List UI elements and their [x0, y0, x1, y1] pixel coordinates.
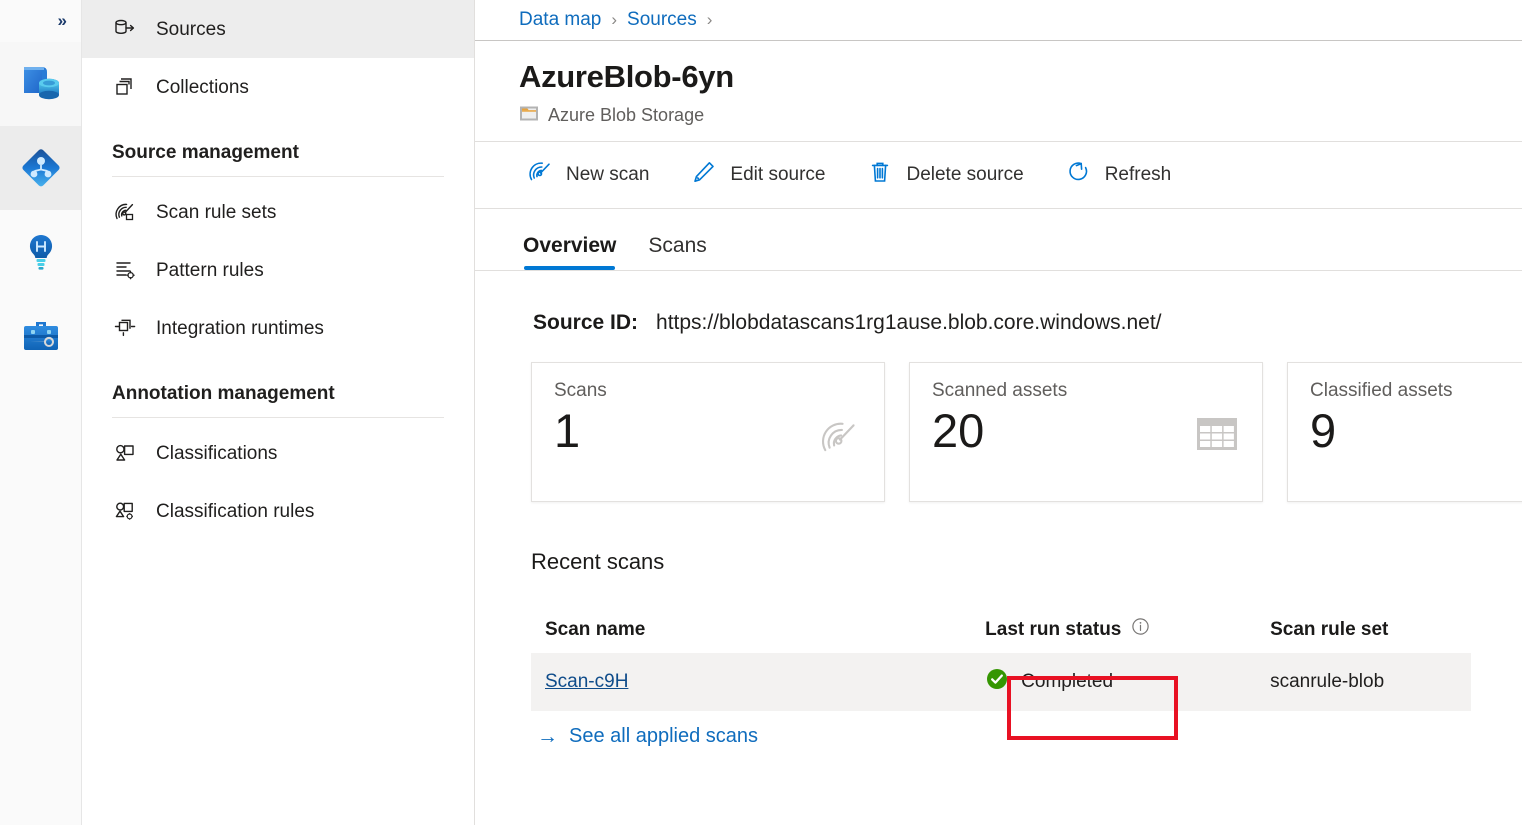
stat-card-label: Scanned assets: [932, 381, 1240, 400]
sidebar-item-label: Sources: [156, 20, 226, 39]
cell-scan-name: Scan-c9H: [531, 671, 985, 693]
lightbulb-insights-icon: [18, 229, 64, 275]
edit-source-label: Edit source: [730, 164, 825, 186]
stat-card-value: 20: [932, 406, 1240, 455]
tab-overview[interactable]: Overview: [523, 235, 616, 270]
trash-icon: [867, 159, 893, 191]
refresh-icon: [1066, 159, 1092, 191]
table-header-row: Scan name Last run status Scan rule set: [531, 607, 1471, 653]
scan-name-link[interactable]: Scan-c9H: [545, 671, 628, 693]
sidebar-item-label: Classification rules: [156, 502, 314, 521]
source-id-value: https://blobdatascans1rg1ause.blob.core.…: [656, 311, 1162, 335]
command-bar: New scan Edit source: [475, 142, 1522, 209]
main-content: Data map › Sources › AzureBlob-6yn Azure…: [475, 0, 1522, 825]
stat-card-label: Scans: [554, 381, 862, 400]
stat-card-classified-assets[interactable]: Classified assets 9: [1287, 362, 1522, 502]
collections-icon: [112, 74, 138, 100]
tab-scans[interactable]: Scans: [648, 235, 706, 270]
data-map-icon: [18, 145, 64, 191]
rail-item-data-catalog[interactable]: [0, 42, 81, 126]
sidebar-item-scan-rule-sets[interactable]: Scan rule sets: [82, 183, 474, 241]
toolbox-management-icon: [18, 313, 64, 359]
tab-list: Overview Scans: [475, 209, 1522, 271]
sidebar-item-sources[interactable]: Sources: [82, 0, 474, 58]
see-all-label: See all applied scans: [569, 725, 758, 748]
sidebar-group-divider: [112, 176, 444, 177]
page-header: AzureBlob-6yn Azure Blob Storage: [475, 41, 1522, 142]
cell-last-run-status: Completed: [985, 667, 1270, 697]
source-type-label: Azure Blob Storage: [548, 105, 704, 126]
info-icon[interactable]: [1131, 617, 1150, 642]
classification-rules-icon: [112, 498, 138, 524]
refresh-label: Refresh: [1105, 164, 1172, 186]
chevron-right-icon: ›: [611, 10, 617, 30]
recent-scans-title: Recent scans: [475, 502, 1522, 575]
see-all-applied-scans-link[interactable]: → See all applied scans: [531, 725, 758, 748]
expand-nav-button[interactable]: »: [0, 0, 81, 42]
delete-source-button[interactable]: Delete source: [863, 153, 1027, 197]
stat-card-value: 9: [1310, 406, 1522, 455]
refresh-button[interactable]: Refresh: [1062, 153, 1176, 197]
pattern-rules-icon: [112, 257, 138, 283]
source-id-label: Source ID:: [533, 311, 638, 335]
stat-cards: Scans 1 Scanned assets 20: [475, 335, 1522, 502]
sidebar-item-label: Integration runtimes: [156, 319, 324, 338]
left-icon-rail: »: [0, 0, 82, 825]
recent-scans-table: Scan name Last run status Scan rule set: [531, 607, 1471, 711]
source-icon: [112, 16, 138, 42]
cell-scan-rule-set: scanrule-blob: [1270, 671, 1471, 693]
pencil-icon: [691, 159, 717, 191]
source-type-row: Azure Blob Storage: [519, 104, 1522, 127]
column-header-scan-rule-set: Scan rule set: [1270, 619, 1471, 641]
stat-card-scans[interactable]: Scans 1: [531, 362, 885, 502]
sidebar-item-classification-rules[interactable]: Classification rules: [82, 482, 474, 540]
sidebar-item-label: Pattern rules: [156, 261, 264, 280]
sidebar-item-pattern-rules[interactable]: Pattern rules: [82, 241, 474, 299]
breadcrumb: Data map › Sources ›: [475, 0, 1522, 41]
sidebar-item-integration-runtimes[interactable]: Integration runtimes: [82, 299, 474, 357]
rail-item-management[interactable]: [0, 294, 81, 378]
sidebar-item-classifications[interactable]: Classifications: [82, 424, 474, 482]
new-scan-button[interactable]: New scan: [523, 153, 653, 197]
stat-card-label: Classified assets: [1310, 381, 1522, 400]
check-circle-icon: [985, 667, 1009, 697]
delete-source-label: Delete source: [906, 164, 1023, 186]
scan-rule-sets-icon: [112, 199, 138, 225]
column-header-last-run-status: Last run status: [985, 617, 1270, 642]
folder-icon: [519, 104, 539, 127]
sidebar-group-title: Annotation management: [82, 357, 474, 405]
arrow-right-icon: →: [537, 726, 558, 747]
sidebar-item-collections[interactable]: Collections: [82, 58, 474, 116]
table-icon: [1196, 417, 1238, 456]
chevron-right-icon: ›: [707, 10, 713, 30]
sidebar-item-label: Scan rule sets: [156, 203, 276, 222]
stat-card-value: 1: [554, 406, 862, 455]
sidebar-group-divider: [112, 417, 444, 418]
status-label: Completed: [1021, 671, 1113, 693]
rail-item-data-map[interactable]: [0, 126, 81, 210]
sidebar-nav: Sources Collections Source management: [82, 0, 475, 825]
chevron-double-right-icon: »: [58, 11, 65, 31]
new-scan-label: New scan: [566, 164, 649, 186]
column-header-scan-name: Scan name: [531, 619, 985, 641]
edit-source-button[interactable]: Edit source: [687, 153, 829, 197]
source-id-row: Source ID: https://blobdatascans1rg1ause…: [475, 271, 1522, 335]
rail-item-insights[interactable]: [0, 210, 81, 294]
sidebar-item-label: Classifications: [156, 444, 277, 463]
scan-icon: [818, 417, 860, 464]
table-row[interactable]: Scan-c9H Completed scanrule-blob: [531, 653, 1471, 711]
data-catalog-icon: [18, 61, 64, 107]
stat-card-scanned-assets[interactable]: Scanned assets 20: [909, 362, 1263, 502]
breadcrumb-item-sources[interactable]: Sources: [627, 9, 697, 31]
classifications-icon: [112, 440, 138, 466]
sidebar-group-title: Source management: [82, 116, 474, 164]
breadcrumb-item-data-map[interactable]: Data map: [519, 9, 601, 31]
scan-icon: [527, 159, 553, 191]
page-title: AzureBlob-6yn: [519, 59, 1522, 95]
column-header-label: Last run status: [985, 619, 1121, 641]
integration-runtimes-icon: [112, 315, 138, 341]
sidebar-item-label: Collections: [156, 78, 249, 97]
